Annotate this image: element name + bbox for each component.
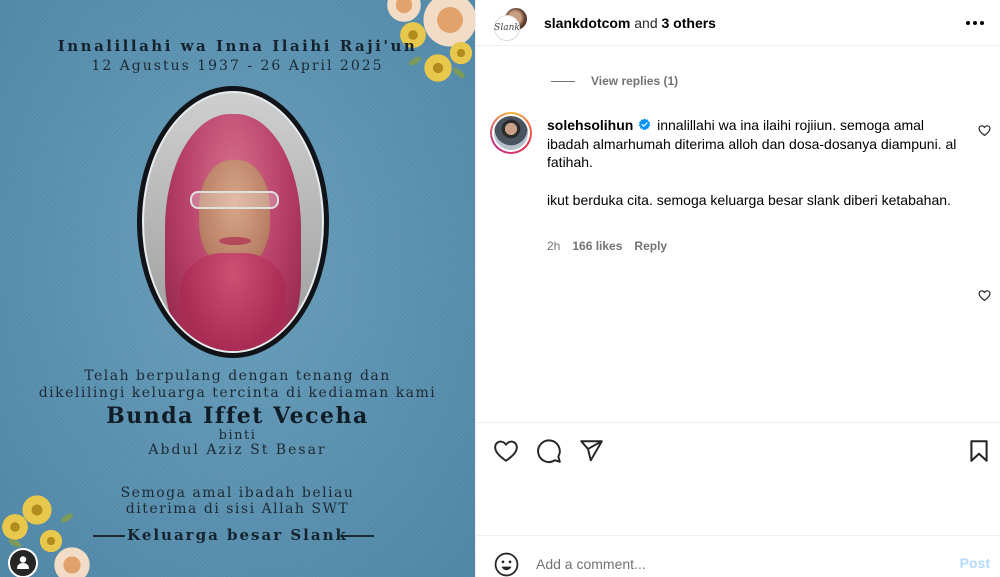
passed-away-line-1: Telah berpulang dengan tenang dan bbox=[84, 368, 391, 384]
like-reply-heart-icon[interactable] bbox=[978, 124, 991, 137]
more-options-icon[interactable] bbox=[965, 13, 985, 33]
flower-decoration bbox=[52, 545, 92, 577]
commenter-username[interactable]: solehsolihun bbox=[547, 117, 633, 133]
emoji-picker-button[interactable] bbox=[494, 552, 519, 577]
prayer-line-2: diterima di sisi Allah SWT bbox=[125, 501, 350, 517]
replies-dash bbox=[551, 80, 575, 82]
comment-time: 2h bbox=[547, 239, 561, 253]
action-bar bbox=[476, 422, 1000, 480]
share-button[interactable] bbox=[578, 438, 604, 464]
prayer-heading: Innalillahi wa Inna Ilaihi Raji'un bbox=[57, 37, 418, 55]
heart-outline-icon bbox=[978, 290, 991, 302]
post-image[interactable]: Innalillahi wa Inna Ilaihi Raji'un 12 Ag… bbox=[0, 0, 475, 577]
divider-right bbox=[342, 535, 374, 537]
reply-button[interactable]: Reply bbox=[634, 239, 667, 253]
collab-avatars[interactable]: Slank bbox=[494, 7, 528, 41]
portrait-frame bbox=[137, 86, 329, 358]
slank-logo-avatar: Slank bbox=[494, 15, 520, 41]
view-replies-label: View replies (1) bbox=[591, 74, 679, 88]
comment-composer: Post bbox=[476, 535, 1000, 577]
comment-button[interactable] bbox=[536, 438, 562, 464]
dot bbox=[980, 21, 984, 25]
view-replies-button[interactable]: View replies (1) bbox=[551, 74, 678, 88]
heart-outline-icon bbox=[978, 125, 991, 137]
commenter-photo bbox=[494, 116, 528, 150]
post-author[interactable]: slankdotcom and 3 others bbox=[544, 15, 716, 31]
passed-away-line-2: dikelilingi keluarga tercinta di kediama… bbox=[38, 385, 437, 401]
comment-text-paragraph-2: ikut berduka cita. semoga keluarga besar… bbox=[547, 191, 951, 208]
avatar-ring-gap bbox=[492, 114, 530, 152]
dot bbox=[966, 21, 970, 25]
bookmark-icon bbox=[970, 440, 988, 462]
comments-panel: Slank slankdotcom and 3 others View repl… bbox=[475, 0, 1000, 577]
commenter-avatar[interactable] bbox=[490, 112, 532, 154]
comment-input[interactable] bbox=[536, 553, 916, 575]
send-icon bbox=[580, 440, 603, 462]
dot bbox=[973, 21, 977, 25]
emoji-icon bbox=[494, 552, 519, 577]
heart-icon bbox=[494, 440, 518, 462]
author-joiner: and bbox=[634, 15, 658, 31]
deceased-name: Bunda Iffet Veceha bbox=[106, 403, 369, 429]
user-icon bbox=[17, 556, 29, 569]
portrait-scarf bbox=[179, 252, 287, 351]
like-button[interactable] bbox=[493, 438, 519, 464]
tagged-users-button[interactable] bbox=[8, 548, 38, 577]
portrait-photo bbox=[142, 91, 324, 353]
post-comment-button[interactable]: Post bbox=[960, 555, 990, 571]
family-signature: Keluarga besar Slank bbox=[127, 526, 348, 544]
comment-likes[interactable]: 166 likes bbox=[572, 239, 622, 253]
comment-icon bbox=[537, 439, 561, 463]
author-others[interactable]: 3 others bbox=[662, 15, 716, 31]
comment-body: solehsolihun innalillahi wa ina ilaihi r… bbox=[547, 116, 957, 209]
comment-meta: 2h 166 likes Reply bbox=[547, 239, 667, 253]
portrait-glasses bbox=[190, 191, 280, 210]
father-name: Abdul Aziz St Besar bbox=[148, 442, 327, 458]
binti-label: binti bbox=[218, 428, 257, 443]
author-username[interactable]: slankdotcom bbox=[544, 15, 630, 31]
save-button[interactable] bbox=[966, 438, 992, 464]
life-dates: 12 Agustus 1937 - 26 April 2025 bbox=[91, 58, 384, 74]
post-header: Slank slankdotcom and 3 others bbox=[476, 0, 1000, 46]
verified-badge-icon bbox=[638, 118, 651, 131]
like-comment-heart-icon[interactable] bbox=[978, 289, 991, 302]
prayer-line-1: Semoga amal ibadah beliau bbox=[120, 485, 355, 501]
